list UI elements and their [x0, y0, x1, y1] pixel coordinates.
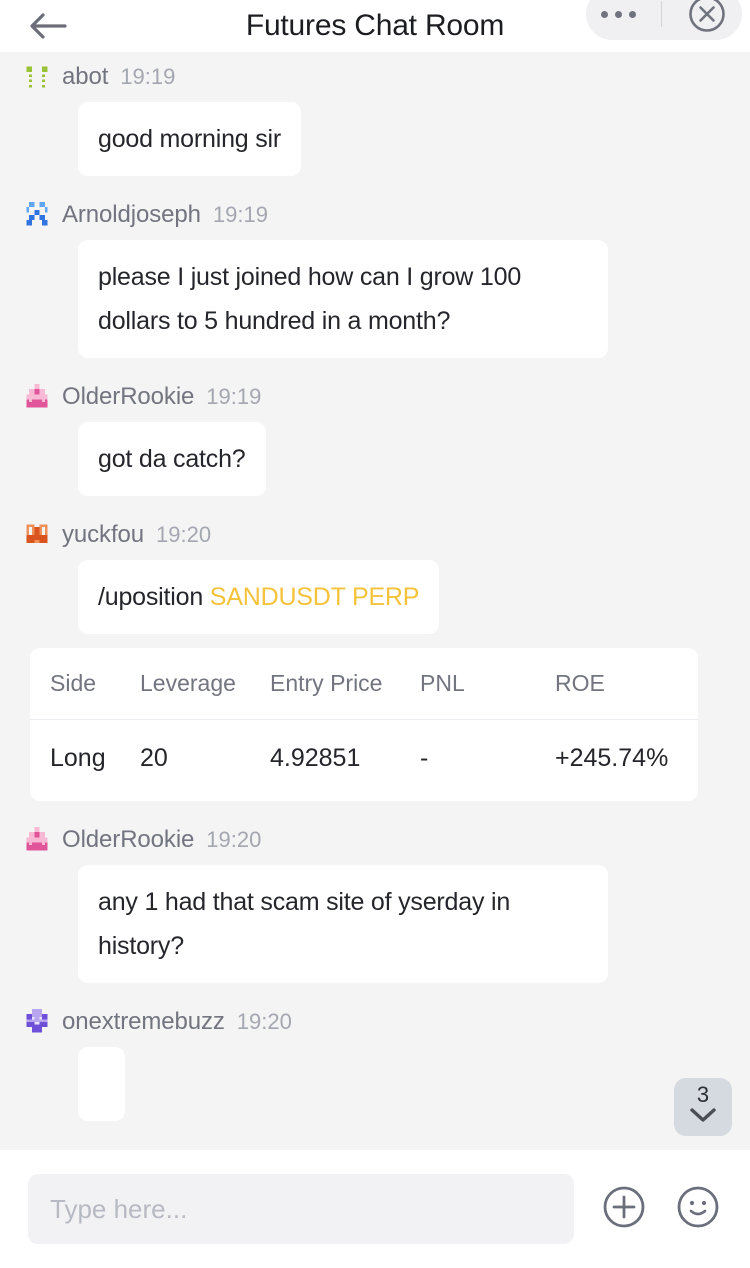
- avatar-identicon-olderrookie[interactable]: [24, 384, 50, 410]
- message-bubble-row: good morning sir: [24, 102, 726, 176]
- message-bubble[interactable]: [78, 1047, 125, 1121]
- message-list[interactable]: abot 19:19 good morning sir Arnoldjoseph…: [0, 52, 750, 1150]
- message-item: OlderRookie 19:19 got da catch?: [0, 383, 750, 496]
- message-bubble-row: [24, 1047, 726, 1121]
- position-table: Side Leverage Entry Price PNL ROE Long 2…: [30, 648, 698, 801]
- cell-leverage: 20: [140, 744, 168, 772]
- smiley-icon: [675, 1184, 721, 1235]
- message-username: OlderRookie: [62, 826, 195, 853]
- attach-button[interactable]: [600, 1185, 648, 1233]
- message-bubble[interactable]: good morning sir: [78, 102, 302, 176]
- chat-room-screen: Futures Chat Room abot 19:19 good mornin…: [0, 0, 750, 1268]
- message-timestamp: 19:20: [236, 1009, 292, 1034]
- chat-input[interactable]: [50, 1193, 552, 1225]
- chat-input-wrapper[interactable]: [28, 1174, 574, 1244]
- column-header-entry-price: Entry Price: [270, 648, 420, 720]
- avatar-identicon-olderrookie[interactable]: [24, 827, 50, 853]
- message-bubble-command[interactable]: /uposition SANDUSDT PERP: [78, 560, 440, 634]
- more-horizontal-icon[interactable]: [595, 0, 642, 40]
- back-button[interactable]: [18, 0, 78, 52]
- message-header: Arnoldjoseph 19:19: [24, 201, 726, 228]
- unread-count-badge: 3: [696, 1082, 710, 1107]
- message-header: OlderRookie 19:19: [24, 383, 726, 410]
- column-header-pnl: PNL: [420, 648, 555, 720]
- cell-roe: +245.74%: [555, 744, 669, 772]
- column-header-roe: ROE: [555, 648, 698, 720]
- message-item: abot 19:19 good morning sir: [0, 63, 750, 176]
- message-username: yuckfou: [62, 521, 145, 548]
- message-item: yuckfou 19:20 /uposition SANDUSDT PERP S…: [0, 521, 750, 801]
- column-header-leverage: Leverage: [140, 648, 270, 720]
- command-symbol-arg: SANDUSDT PERP: [209, 583, 420, 611]
- cell-pnl: -: [420, 744, 429, 772]
- message-timestamp: 19:19: [120, 64, 176, 89]
- message-bubble-row: /uposition SANDUSDT PERP: [24, 560, 726, 634]
- arrow-left-icon: [28, 10, 68, 42]
- message-bubble-row: please I just joined how can I grow 100 …: [24, 240, 726, 358]
- message-item: OlderRookie 19:20 any 1 had that scam si…: [0, 826, 750, 983]
- message-bubble-row: any 1 had that scam site of yserday in h…: [24, 865, 726, 983]
- message-bubble-row: got da catch?: [24, 422, 726, 496]
- avatar-identicon-onextremebuzz[interactable]: [24, 1009, 50, 1035]
- command-name: /uposition: [98, 583, 204, 611]
- avatar-identicon-yuckfou[interactable]: [24, 522, 50, 548]
- message-username: Arnoldjoseph: [62, 201, 201, 228]
- message-timestamp: 19:19: [206, 384, 262, 409]
- app-header: Futures Chat Room: [0, 0, 750, 52]
- close-circle-icon[interactable]: [681, 0, 733, 34]
- emoji-button[interactable]: [674, 1185, 722, 1233]
- avatar-identicon-arnoldjoseph[interactable]: [24, 202, 50, 228]
- message-header: OlderRookie 19:20: [24, 826, 726, 853]
- position-table-card: Side Leverage Entry Price PNL ROE Long 2…: [30, 648, 698, 801]
- column-header-side: Side: [30, 648, 140, 720]
- message-username: abot: [62, 63, 109, 90]
- message-item: onextremebuzz 19:20: [0, 1008, 750, 1121]
- message-timestamp: 19:20: [156, 522, 212, 547]
- message-bubble[interactable]: got da catch?: [78, 422, 266, 496]
- message-timestamp: 19:20: [206, 827, 262, 852]
- message-timestamp: 19:19: [212, 202, 268, 227]
- position-table-header-row: Side Leverage Entry Price PNL ROE: [30, 648, 698, 720]
- pill-divider: [660, 1, 662, 27]
- avatar-identicon-abot[interactable]: [24, 64, 50, 90]
- message-item: Arnoldjoseph 19:19 please I just joined …: [0, 201, 750, 358]
- scroll-to-bottom-button[interactable]: 3: [674, 1078, 732, 1136]
- message-header: onextremebuzz 19:20: [24, 1008, 726, 1035]
- message-header: abot 19:19: [24, 63, 726, 90]
- miniapp-controls: [586, 0, 742, 40]
- message-bubble[interactable]: any 1 had that scam site of yserday in h…: [78, 865, 608, 983]
- cell-side: Long: [50, 744, 106, 772]
- message-header: yuckfou 19:20: [24, 521, 726, 548]
- plus-circle-icon: [601, 1184, 647, 1235]
- cell-entry-price: 4.92851: [270, 744, 361, 772]
- table-row: Long 20 4.92851 - +245.74%: [30, 720, 698, 802]
- chevron-down-icon: [688, 1106, 718, 1129]
- message-username: OlderRookie: [62, 383, 195, 410]
- message-composer: [0, 1150, 750, 1268]
- message-bubble[interactable]: please I just joined how can I grow 100 …: [78, 240, 608, 358]
- message-username: onextremebuzz: [62, 1008, 225, 1035]
